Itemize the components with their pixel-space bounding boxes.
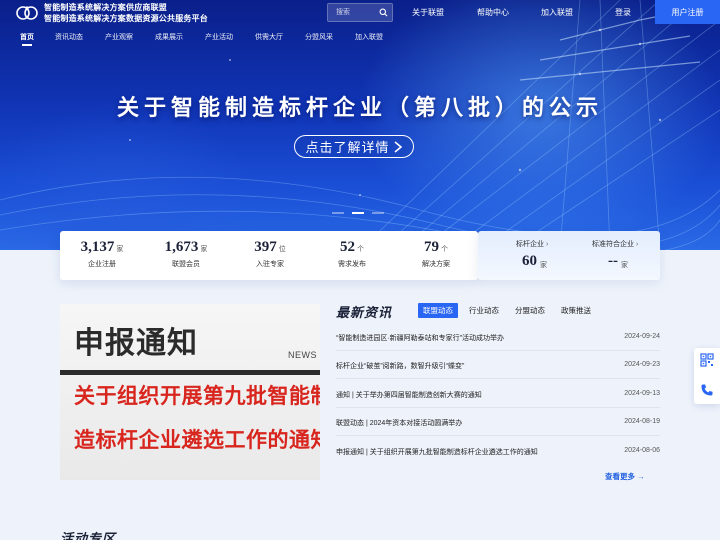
divider <box>336 350 660 351</box>
feature-news-image[interactable]: 申报通知 NEWS 关于组织开展第九批智能制 造标杆企业遴选工作的通知 <box>60 304 320 480</box>
standard-unit: 家 <box>621 262 628 269</box>
nav-activities[interactable]: 产业活动 <box>205 32 233 42</box>
stat-unit: 家 <box>116 246 124 253</box>
feature-heading: 申报通知 <box>74 327 198 360</box>
site-title-line1: 智能制造系统解决方案供应商联盟 <box>44 3 167 12</box>
stat-members[interactable]: 1,673 家 联盟会员 <box>144 231 228 280</box>
banner-button-label: 点击了解详情 <box>305 140 390 155</box>
tab-industry-news[interactable]: 行业动态 <box>464 303 504 318</box>
news-item[interactable]: 标杆企业“破茧”阅新路，数智升级引“蝶变” 2024-09-23 <box>336 361 660 373</box>
nav-home[interactable]: 首页 <box>20 32 34 46</box>
activity-section-title: 活动专区 <box>60 531 117 540</box>
stat-unit: 个 <box>357 246 364 253</box>
divider <box>336 378 660 379</box>
feature-tag: NEWS <box>288 350 317 360</box>
standard-value: -- <box>608 253 618 269</box>
carousel-dot-active[interactable] <box>352 212 364 214</box>
benchmark-label: 标杆企业 <box>516 241 544 248</box>
about-link[interactable]: 关于联盟 <box>412 7 444 18</box>
view-more-link[interactable]: 查看更多 → <box>605 471 645 482</box>
news-item[interactable]: 申报通知 | 关于组织开展第九批智能制造标杆企业遴选工作的通知 2024-08-… <box>336 447 660 459</box>
stat-unit: 家 <box>200 246 208 253</box>
benchmark-unit: 家 <box>540 262 547 269</box>
news-item-title: 申报通知 | 关于组织开展第九批智能制造标杆企业遴选工作的通知 <box>336 449 538 456</box>
news-item-date: 2024-09-23 <box>624 361 660 368</box>
chevron-right-icon <box>393 140 402 153</box>
stat-value: 397 <box>254 239 277 255</box>
standard-link[interactable]: 标准符合企业 › <box>592 239 638 249</box>
search-input[interactable] <box>328 4 378 21</box>
banner-details-button[interactable]: 点击了解详情 <box>294 135 414 158</box>
feature-divider <box>60 370 320 375</box>
floating-toolbar <box>694 348 720 404</box>
stat-label: 联盟会员 <box>172 261 200 268</box>
stat-label: 企业注册 <box>88 261 116 268</box>
feature-line1: 关于组织开展第九批智能制 <box>74 385 320 408</box>
stat-value: 1,673 <box>164 239 199 255</box>
chevron-right-icon: › <box>545 241 549 248</box>
stat-demands[interactable]: 52 个 需求发布 <box>310 231 394 280</box>
tab-policy[interactable]: 政策推送 <box>556 303 596 318</box>
join-link[interactable]: 加入联盟 <box>541 7 573 18</box>
news-item-title: 通知 | 关于举办第四届智能制造创新大赛的通知 <box>336 392 482 399</box>
benchmark-link[interactable]: 标杆企业 › <box>516 239 548 249</box>
nav-news[interactable]: 资讯动态 <box>55 32 83 42</box>
hero-banner[interactable]: 智能制造系统解决方案供应商联盟 智能制造系统解决方案数据资源公共服务平台 关于联… <box>0 0 720 250</box>
stat-unit: 个 <box>441 246 448 253</box>
news-section-title: 最新资讯 <box>336 305 393 320</box>
news-item-title: 标杆企业“破茧”阅新路，数智升级引“蝶变” <box>336 363 465 370</box>
stat-experts[interactable]: 397 位 入驻专家 <box>228 231 312 280</box>
news-item-date: 2024-09-13 <box>624 390 660 397</box>
nav-join[interactable]: 加入联盟 <box>355 32 383 42</box>
stat-unit: 位 <box>278 246 286 253</box>
news-item-date: 2024-08-19 <box>624 418 660 425</box>
site-title-line2: 智能制造系统解决方案数据资源公共服务平台 <box>44 14 208 23</box>
register-button[interactable]: 用户注册 <box>655 0 720 24</box>
benchmark-value: 60 <box>522 253 537 269</box>
main-nav: 首页 资讯动态 产业观察 成果展示 产业活动 供需大厅 分盟风采 加入联盟 <box>0 30 720 46</box>
stat-label: 需求发布 <box>338 261 366 268</box>
stat-value: 3,137 <box>80 239 115 255</box>
stat-solutions[interactable]: 79 个 解决方案 <box>394 231 478 280</box>
stat-enterprises[interactable]: 3,137 家 企业注册 <box>60 231 144 280</box>
site-title[interactable]: 智能制造系统解决方案供应商联盟 智能制造系统解决方案数据资源公共服务平台 <box>44 2 208 24</box>
nav-achievements[interactable]: 成果展示 <box>155 32 183 42</box>
chevron-right-icon: › <box>635 241 639 248</box>
nav-branches[interactable]: 分盟风采 <box>305 32 333 42</box>
standard-label: 标准符合企业 <box>592 241 634 248</box>
search-box[interactable] <box>327 3 393 22</box>
news-item-date: 2024-08-06 <box>624 447 660 454</box>
search-icon[interactable] <box>379 8 388 17</box>
phone-icon[interactable] <box>700 383 714 397</box>
login-link[interactable]: 登录 <box>615 7 631 18</box>
tab-alliance-news[interactable]: 联盟动态 <box>418 303 458 318</box>
stat-label: 解决方案 <box>422 261 450 268</box>
stat-value: 52 <box>340 239 355 255</box>
news-item[interactable]: 联盟动态 | 2024年资本对接活动圆满举办 2024-08-19 <box>336 418 660 430</box>
carousel-indicators <box>332 212 392 216</box>
nav-supply-demand[interactable]: 供需大厅 <box>255 32 283 42</box>
benchmark-card: 标杆企业 › 60 家 标准符合企业 › -- 家 <box>478 231 660 280</box>
news-item-title: “智能制造进园区·新疆阿勒泰站和专家行”活动成功举办 <box>336 335 504 342</box>
stat-value: 79 <box>424 239 439 255</box>
qr-code-icon[interactable] <box>700 353 714 367</box>
tab-branch-news[interactable]: 分盟动态 <box>510 303 550 318</box>
nav-industry-observation[interactable]: 产业观察 <box>105 32 133 42</box>
news-item[interactable]: “智能制造进园区·新疆阿勒泰站和专家行”活动成功举办 2024-09-24 <box>336 333 660 345</box>
carousel-dot[interactable] <box>372 212 384 214</box>
stat-label: 入驻专家 <box>256 261 284 268</box>
banner-title: 关于智能制造标杆企业（第八批）的公示 <box>116 95 603 120</box>
divider <box>336 407 660 408</box>
news-item-date: 2024-09-24 <box>624 333 660 340</box>
stats-card: 3,137 家 企业注册 1,673 家 联盟会员 397 位 入驻专家 52 个 需求… <box>60 231 478 280</box>
news-item[interactable]: 通知 | 关于举办第四届智能制造创新大赛的通知 2024-09-13 <box>336 390 660 402</box>
feature-line2: 造标杆企业遴选工作的通知 <box>74 429 320 452</box>
carousel-dot[interactable] <box>332 212 344 214</box>
help-link[interactable]: 帮助中心 <box>477 7 509 18</box>
divider <box>336 435 660 436</box>
alliance-logo-icon[interactable] <box>14 3 40 23</box>
news-item-title: 联盟动态 | 2024年资本对接活动圆满举办 <box>336 420 463 427</box>
